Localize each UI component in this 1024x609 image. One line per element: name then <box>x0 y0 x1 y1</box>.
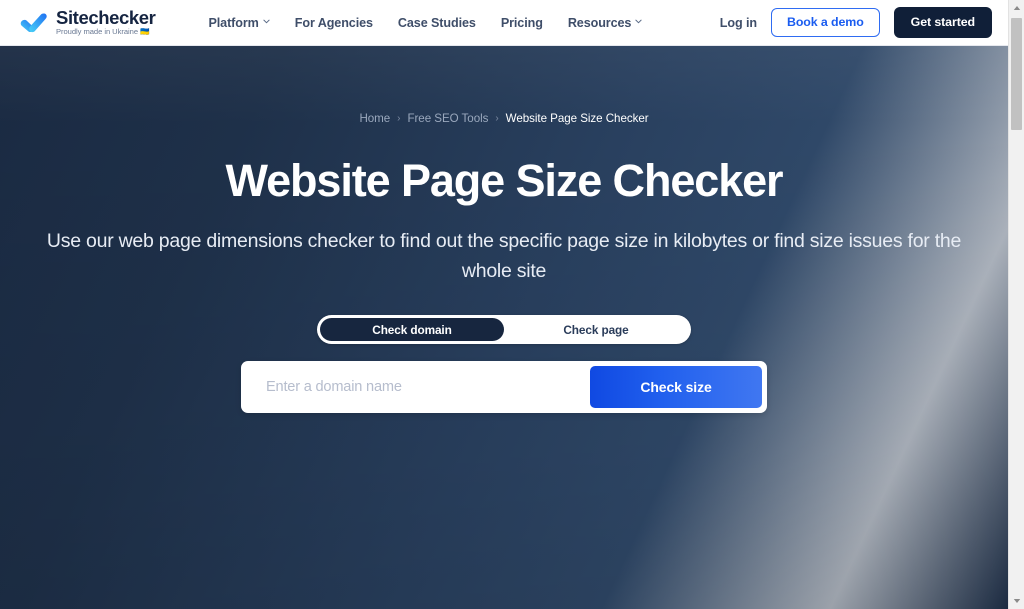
header-actions: Log in Book a demo Get started <box>720 7 992 38</box>
breadcrumb: Home › Free SEO Tools › Website Page Siz… <box>359 112 648 125</box>
caret-up-icon <box>1013 5 1021 11</box>
blue-checkmark-icon <box>20 12 48 34</box>
get-started-button[interactable]: Get started <box>893 7 992 38</box>
check-size-button[interactable]: Check size <box>590 366 762 408</box>
nav-item-case-studies[interactable]: Case Studies <box>398 16 476 30</box>
main-navigation: Platform For Agencies Case Studies Prici… <box>208 16 642 30</box>
nav-item-platform[interactable]: Platform <box>208 15 270 30</box>
page-subtitle: Use our web page dimensions checker to f… <box>46 230 962 282</box>
vertical-scrollbar[interactable] <box>1008 0 1024 609</box>
breadcrumb-item-current: Website Page Size Checker <box>505 112 649 125</box>
mode-toggle: Check domain Check page <box>317 315 691 344</box>
chevron-down-icon <box>635 18 642 25</box>
ukraine-flag-icon: 🇺🇦 <box>140 27 150 36</box>
site-header: Sitechecker Proudly made in Ukraine 🇺🇦 P… <box>0 0 1008 46</box>
breadcrumb-separator-icon: › <box>397 113 401 124</box>
brand-name: Sitechecker <box>56 7 156 28</box>
hero-inner: Home › Free SEO Tools › Website Page Siz… <box>0 46 1008 413</box>
page-content: Sitechecker Proudly made in Ukraine 🇺🇦 P… <box>0 0 1008 609</box>
toggle-check-domain[interactable]: Check domain <box>320 318 504 341</box>
scrollbar-down-button[interactable] <box>1009 593 1024 609</box>
domain-search-bar: Check size <box>241 361 767 413</box>
brand-tagline: Proudly made in Ukraine 🇺🇦 <box>56 27 155 37</box>
book-a-demo-button[interactable]: Book a demo <box>770 8 880 37</box>
nav-item-platform-label: Platform <box>208 15 259 30</box>
scrollbar-thumb[interactable] <box>1011 18 1022 130</box>
brand-tagline-text: Proudly made in Ukraine <box>56 27 138 36</box>
nav-item-resources-label: Resources <box>567 15 632 30</box>
domain-search-input[interactable] <box>246 366 590 408</box>
brand-text: Sitechecker Proudly made in Ukraine 🇺🇦 <box>56 7 156 37</box>
nav-item-resources[interactable]: Resources <box>568 16 643 30</box>
toggle-check-page[interactable]: Check page <box>504 318 688 341</box>
breadcrumb-item-free-seo-tools[interactable]: Free SEO Tools <box>407 112 488 125</box>
browser-viewport: Sitechecker Proudly made in Ukraine 🇺🇦 P… <box>0 0 1024 609</box>
nav-item-pricing[interactable]: Pricing <box>501 16 543 30</box>
nav-item-for-agencies[interactable]: For Agencies <box>295 16 373 30</box>
login-link[interactable]: Log in <box>720 16 757 30</box>
breadcrumb-item-home[interactable]: Home <box>359 112 390 125</box>
page-title: Website Page Size Checker <box>225 155 784 206</box>
hero-section: Home › Free SEO Tools › Website Page Siz… <box>0 46 1008 609</box>
chevron-down-icon <box>263 18 270 25</box>
caret-down-icon <box>1013 598 1021 604</box>
breadcrumb-separator-icon: › <box>495 113 499 124</box>
scrollbar-up-button[interactable] <box>1009 0 1024 16</box>
brand-logo[interactable]: Sitechecker Proudly made in Ukraine 🇺🇦 <box>20 7 156 37</box>
